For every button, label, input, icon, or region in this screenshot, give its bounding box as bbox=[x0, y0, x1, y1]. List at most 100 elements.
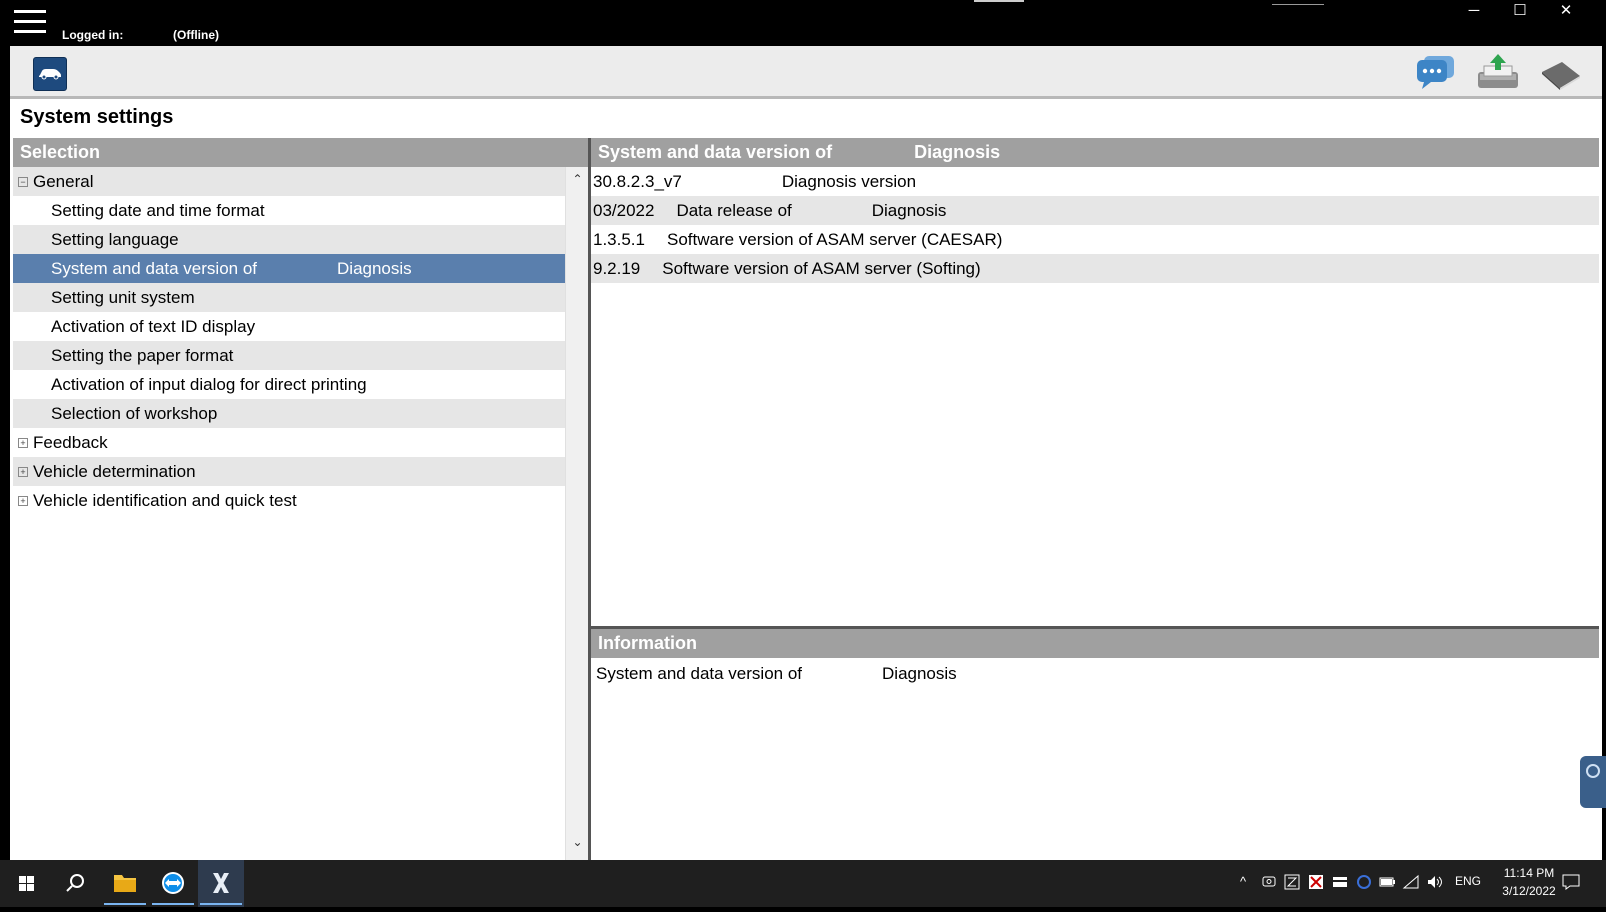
taskbar-file-explorer[interactable] bbox=[102, 860, 148, 907]
tray-card-icon[interactable] bbox=[1332, 874, 1348, 893]
search-icon bbox=[66, 874, 84, 892]
notification-icon[interactable] bbox=[1562, 874, 1580, 893]
expand-icon[interactable]: + bbox=[18, 496, 28, 506]
tree-item-date-time-format[interactable]: Setting date and time format bbox=[13, 196, 565, 225]
tray-volume-icon[interactable] bbox=[1426, 874, 1444, 893]
windows-icon bbox=[19, 876, 34, 891]
tree-item-label: General bbox=[33, 172, 94, 191]
taskbar-clock[interactable]: 11:14 PM 3/12/2022 bbox=[1496, 864, 1562, 900]
tree-item-paper-format[interactable]: Setting the paper format bbox=[13, 341, 565, 370]
vehicle-button[interactable] bbox=[33, 57, 67, 91]
tree-item-label: Setting the paper format bbox=[51, 346, 234, 365]
tree-item-label: Selection of workshop bbox=[51, 404, 218, 423]
version-value: 30.8.2.3_v7 bbox=[593, 172, 682, 191]
version-row: 9.2.19 Software version of ASAM server (S… bbox=[591, 254, 1599, 283]
version-desc: Diagnosis version bbox=[781, 172, 917, 191]
version-value: 03/2022 bbox=[593, 201, 655, 220]
page-title: System settings bbox=[20, 106, 174, 128]
scroll-down-icon[interactable]: ⌄ bbox=[566, 835, 589, 855]
tree-item-label-suffix: Diagnosis bbox=[337, 259, 412, 278]
tray-battery-icon[interactable] bbox=[1378, 874, 1396, 893]
scroll-up-icon[interactable]: ⌃ bbox=[566, 172, 589, 192]
tree-item-label: Setting language bbox=[51, 230, 179, 249]
tree-item-label: Feedback bbox=[33, 433, 108, 452]
version-header: System and data version of Diagnosis bbox=[591, 138, 1599, 167]
information-text: System and data version of Diagnosis bbox=[596, 664, 957, 684]
remote-support-icon bbox=[1586, 764, 1600, 778]
tray-camera-icon[interactable] bbox=[1262, 874, 1276, 891]
car-icon bbox=[39, 69, 61, 80]
search-button[interactable] bbox=[52, 860, 98, 907]
version-row: 30.8.2.3_v7 Diagnosis version bbox=[591, 167, 1599, 196]
folder-icon bbox=[114, 875, 136, 892]
title-bar: Logged in: (Offline) ─ ☐ ✕ bbox=[0, 0, 1606, 46]
version-row: 1.3.5.1 Software version of ASAM server (… bbox=[591, 225, 1599, 254]
remote-support-tab[interactable] bbox=[1580, 756, 1606, 808]
logged-in-label: Logged in: bbox=[62, 28, 124, 42]
tree-item-label: Vehicle determination bbox=[33, 462, 196, 481]
settings-tree: − General Setting date and time format S… bbox=[13, 167, 565, 515]
version-header-suffix: Diagnosis bbox=[914, 142, 1001, 162]
version-list: 30.8.2.3_v7 Diagnosis version 03/2022 Data… bbox=[591, 167, 1599, 283]
version-header-label: System and data version of bbox=[598, 142, 833, 162]
version-desc: Data release of bbox=[676, 201, 792, 220]
maximize-button[interactable]: ☐ bbox=[1498, 0, 1542, 22]
version-value: 1.3.5.1 bbox=[593, 230, 645, 249]
tree-item-label: Setting date and time format bbox=[51, 201, 265, 220]
tree-item-unit-system[interactable]: Setting unit system bbox=[13, 283, 565, 312]
title-marker bbox=[974, 0, 1024, 2]
tree-item-label: System and data version of bbox=[51, 259, 258, 278]
connection-status: (Offline) bbox=[173, 28, 219, 42]
information-text-suffix: Diagnosis bbox=[882, 664, 957, 683]
tree-item-general[interactable]: − General bbox=[13, 167, 565, 196]
tree-item-direct-printing[interactable]: Activation of input dialog for direct pr… bbox=[13, 370, 565, 399]
version-desc: Software version of ASAM server (Softing… bbox=[662, 259, 981, 278]
taskbar-xentry[interactable] bbox=[198, 860, 244, 907]
clock-date: 3/12/2022 bbox=[1502, 884, 1556, 898]
start-button[interactable] bbox=[4, 860, 50, 907]
tree-item-text-id-display[interactable]: Activation of text ID display bbox=[13, 312, 565, 341]
selection-panel: Selection − General Setting date and tim… bbox=[13, 138, 589, 860]
upload-icon[interactable] bbox=[1476, 52, 1520, 92]
clock-time: 11:14 PM bbox=[1503, 866, 1555, 880]
chat-icon[interactable] bbox=[1414, 52, 1458, 92]
tree-item-language[interactable]: Setting language bbox=[13, 225, 565, 254]
minimize-button[interactable]: ─ bbox=[1452, 0, 1496, 22]
tray-network-off-icon[interactable] bbox=[1308, 874, 1324, 893]
tree-item-vehicle-identification[interactable]: + Vehicle identification and quick test bbox=[13, 486, 565, 515]
version-panel: System and data version of Diagnosis 30.8… bbox=[591, 138, 1599, 626]
book-icon[interactable] bbox=[1538, 52, 1582, 92]
title-marker bbox=[1272, 4, 1324, 5]
teamviewer-icon bbox=[162, 872, 184, 894]
taskbar-teamviewer[interactable] bbox=[150, 860, 196, 907]
tree-item-label: Activation of input dialog for direct pr… bbox=[51, 375, 367, 394]
tree-item-label: Vehicle identification and quick test bbox=[33, 491, 297, 510]
app-window: System settings Selection − General Sett… bbox=[10, 46, 1602, 860]
tree-item-workshop[interactable]: Selection of workshop bbox=[13, 399, 565, 428]
close-button[interactable]: ✕ bbox=[1544, 0, 1588, 22]
expand-icon[interactable]: + bbox=[18, 467, 28, 477]
version-desc: Software version of ASAM server (CAESAR) bbox=[667, 230, 1003, 249]
tree-item-label: Activation of text ID display bbox=[51, 317, 256, 336]
tree-scrollbar[interactable]: ⌃ ⌄ bbox=[565, 167, 589, 860]
tray-overflow-icon[interactable]: ^ bbox=[1240, 874, 1246, 889]
tray-sync-icon[interactable] bbox=[1356, 874, 1372, 893]
menu-icon[interactable] bbox=[14, 10, 46, 36]
tree-item-label: Setting unit system bbox=[51, 288, 195, 307]
information-header: Information bbox=[591, 629, 1599, 658]
toolbar bbox=[10, 46, 1602, 99]
tree-item-feedback[interactable]: + Feedback bbox=[13, 428, 565, 457]
tray-app-icon[interactable] bbox=[1284, 874, 1300, 893]
expand-icon[interactable]: + bbox=[18, 438, 28, 448]
tree-item-system-data-version[interactable]: System and data version of Diagnosis bbox=[13, 254, 565, 283]
tray-wifi-icon[interactable] bbox=[1402, 874, 1420, 893]
version-row: 03/2022 Data release of Diagnosis bbox=[591, 196, 1599, 225]
tree-item-vehicle-determination[interactable]: + Vehicle determination bbox=[13, 457, 565, 486]
collapse-icon[interactable]: − bbox=[18, 177, 28, 187]
version-desc-suffix: Diagnosis bbox=[871, 201, 947, 220]
information-panel: Information System and data version of Di… bbox=[591, 629, 1599, 860]
tray-language[interactable]: ENG bbox=[1455, 874, 1481, 888]
information-text-label: System and data version of bbox=[596, 664, 803, 683]
taskbar: ^ ENG 11:14 PM 3/12/2022 bbox=[0, 860, 1606, 907]
selection-header: Selection bbox=[13, 138, 588, 167]
